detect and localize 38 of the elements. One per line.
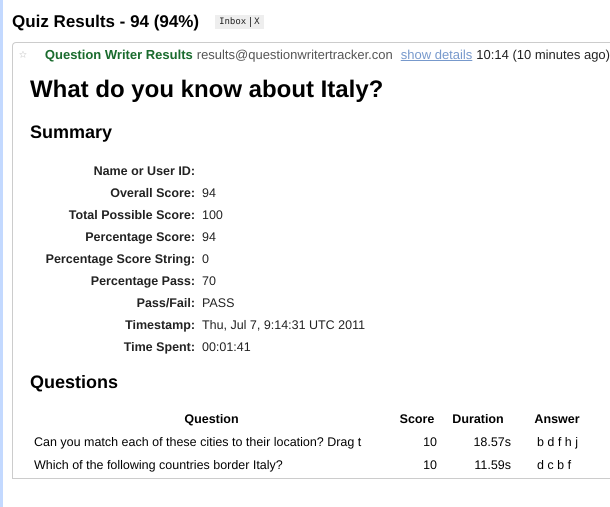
table-cell-text: b d f h j — [536, 434, 579, 451]
summary-label: Overall Score: — [109, 186, 195, 200]
remove-label-button[interactable]: X — [250, 17, 260, 27]
summary-value: 00:01:41 — [202, 340, 252, 354]
summary-label: Total Possible Score: — [68, 208, 195, 222]
inbox-label: Inbox X — [215, 15, 264, 29]
column-header: Duration — [451, 411, 505, 428]
sender-address: results@questionwritertracker.con — [196, 47, 393, 62]
summary-label: Time Spent: — [122, 340, 195, 354]
questions-heading: Questions — [30, 372, 120, 393]
summary-heading: Summary — [30, 122, 114, 143]
summary-value: 94 — [202, 230, 217, 244]
column-header: Question — [183, 411, 240, 428]
table-cell-text: Which of the following countries border Italy? — [33, 457, 284, 474]
summary-value: PASS — [202, 296, 236, 310]
summary-label: Percentage Score String: — [44, 252, 195, 266]
sender-name: Question Writer Results — [44, 47, 193, 62]
summary-value: 94 — [202, 186, 217, 200]
summary-value: 0 — [202, 252, 210, 266]
summary-label: Pass/Fail: — [136, 296, 195, 310]
summary-value: Thu, Jul 7, 9:14:31 UTC 2011 — [202, 318, 366, 332]
email-subject: Quiz Results - 94 (94%) — [12, 12, 200, 32]
table-cell-text: 10 — [422, 434, 438, 451]
column-header: Score — [398, 411, 436, 428]
summary-label: Name or User ID: — [92, 164, 195, 178]
summary-value: 100 — [202, 208, 224, 222]
summary-label: Timestamp: — [124, 318, 195, 332]
message-time: 10:14 (10 minutes ago) — [476, 47, 610, 62]
table-cell-text: 18.57s — [472, 434, 512, 451]
summary-label: Percentage Pass: — [90, 274, 195, 288]
table-cell-text: 10 — [422, 457, 438, 474]
quiz-title: What do you know about Italy? — [30, 76, 384, 104]
summary-value: 70 — [202, 274, 217, 288]
table-cell-text: d c b f — [536, 457, 572, 474]
summary-label: Percentage Score: — [84, 230, 195, 244]
column-header: Answer — [533, 411, 581, 428]
table-cell-text: 11.59s — [473, 457, 512, 474]
table-cell-text: Can you match each of these cities to their location? Drag t — [33, 434, 362, 451]
